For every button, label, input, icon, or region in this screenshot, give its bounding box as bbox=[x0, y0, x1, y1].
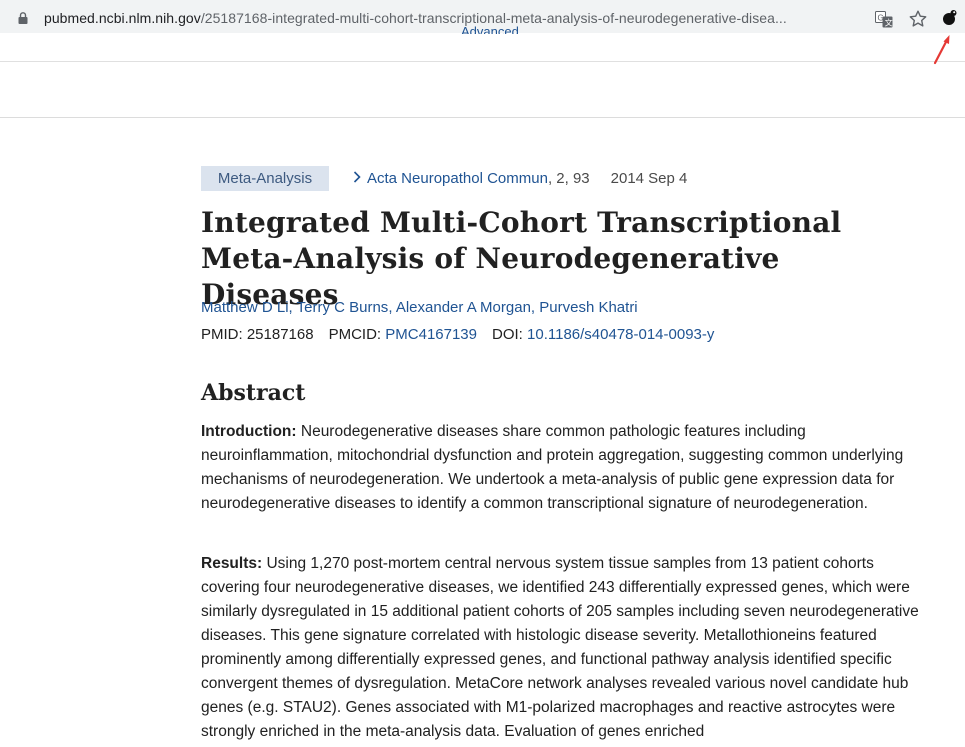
article-title: Integrated Multi-Cohort Transcriptional … bbox=[201, 206, 842, 311]
section-text: Using 1,270 post-mortem central nervous … bbox=[201, 555, 919, 740]
publication-type-badge: Meta-Analysis bbox=[201, 166, 329, 191]
section-label: Results: bbox=[201, 555, 263, 572]
abstract-heading: Abstract bbox=[201, 380, 306, 406]
author-link[interactable]: Matthew D Li bbox=[201, 299, 289, 316]
pmcid-link[interactable]: PMC4167139 bbox=[385, 326, 477, 343]
header-divider bbox=[0, 61, 965, 62]
article-identifiers: PMID: 25187168 PMCID: PMC4167139 DOI: 10.1… bbox=[201, 326, 714, 344]
pmcid-label: PMCID: bbox=[328, 326, 382, 343]
advanced-search-link[interactable]: Advanced bbox=[461, 24, 519, 34]
authors-list: Matthew D Li, Terry C Burns, Alexander A… bbox=[201, 299, 638, 316]
journal-volume-page: , 2, 93 bbox=[547, 170, 590, 187]
url-host: pubmed.ncbi.nlm.nih.gov bbox=[44, 10, 201, 26]
svg-text:文: 文 bbox=[885, 18, 893, 28]
translate-icon[interactable]: G 文 bbox=[875, 11, 893, 28]
pmid-value: 25187168 bbox=[246, 326, 314, 343]
extension-icon[interactable] bbox=[940, 8, 958, 26]
abstract-results: Results: Using 1,270 post-mortem central… bbox=[201, 552, 925, 744]
pmid-label: PMID: bbox=[201, 326, 243, 343]
chevron-right-icon bbox=[353, 170, 367, 188]
author-link[interactable]: Alexander A Morgan bbox=[396, 299, 531, 316]
bookmark-star-icon[interactable] bbox=[908, 9, 928, 29]
doi-label: DOI: bbox=[492, 326, 523, 343]
url-text[interactable]: pubmed.ncbi.nlm.nih.gov/25187168-integra… bbox=[44, 10, 787, 26]
content-divider bbox=[0, 117, 965, 118]
journal-link[interactable]: Acta Neuropathol Commun bbox=[367, 170, 548, 187]
doi-link[interactable]: 10.1186/s40478-014-0093-y bbox=[527, 326, 714, 343]
author-link[interactable]: Terry C Burns bbox=[297, 299, 389, 316]
annotation-arrow-icon bbox=[933, 35, 950, 65]
abstract-introduction: Introduction: Neurodegenerative diseases… bbox=[201, 420, 925, 516]
journal-citation: Acta Neuropathol Commun, 2, 93 2014 Sep 4 bbox=[353, 170, 687, 188]
section-label: Introduction: bbox=[201, 423, 297, 440]
publication-date: 2014 Sep 4 bbox=[610, 170, 688, 187]
author-link[interactable]: Purvesh Khatri bbox=[539, 299, 637, 316]
lock-icon[interactable] bbox=[18, 12, 28, 24]
section-text: Neurodegenerative diseases share common … bbox=[201, 423, 904, 512]
